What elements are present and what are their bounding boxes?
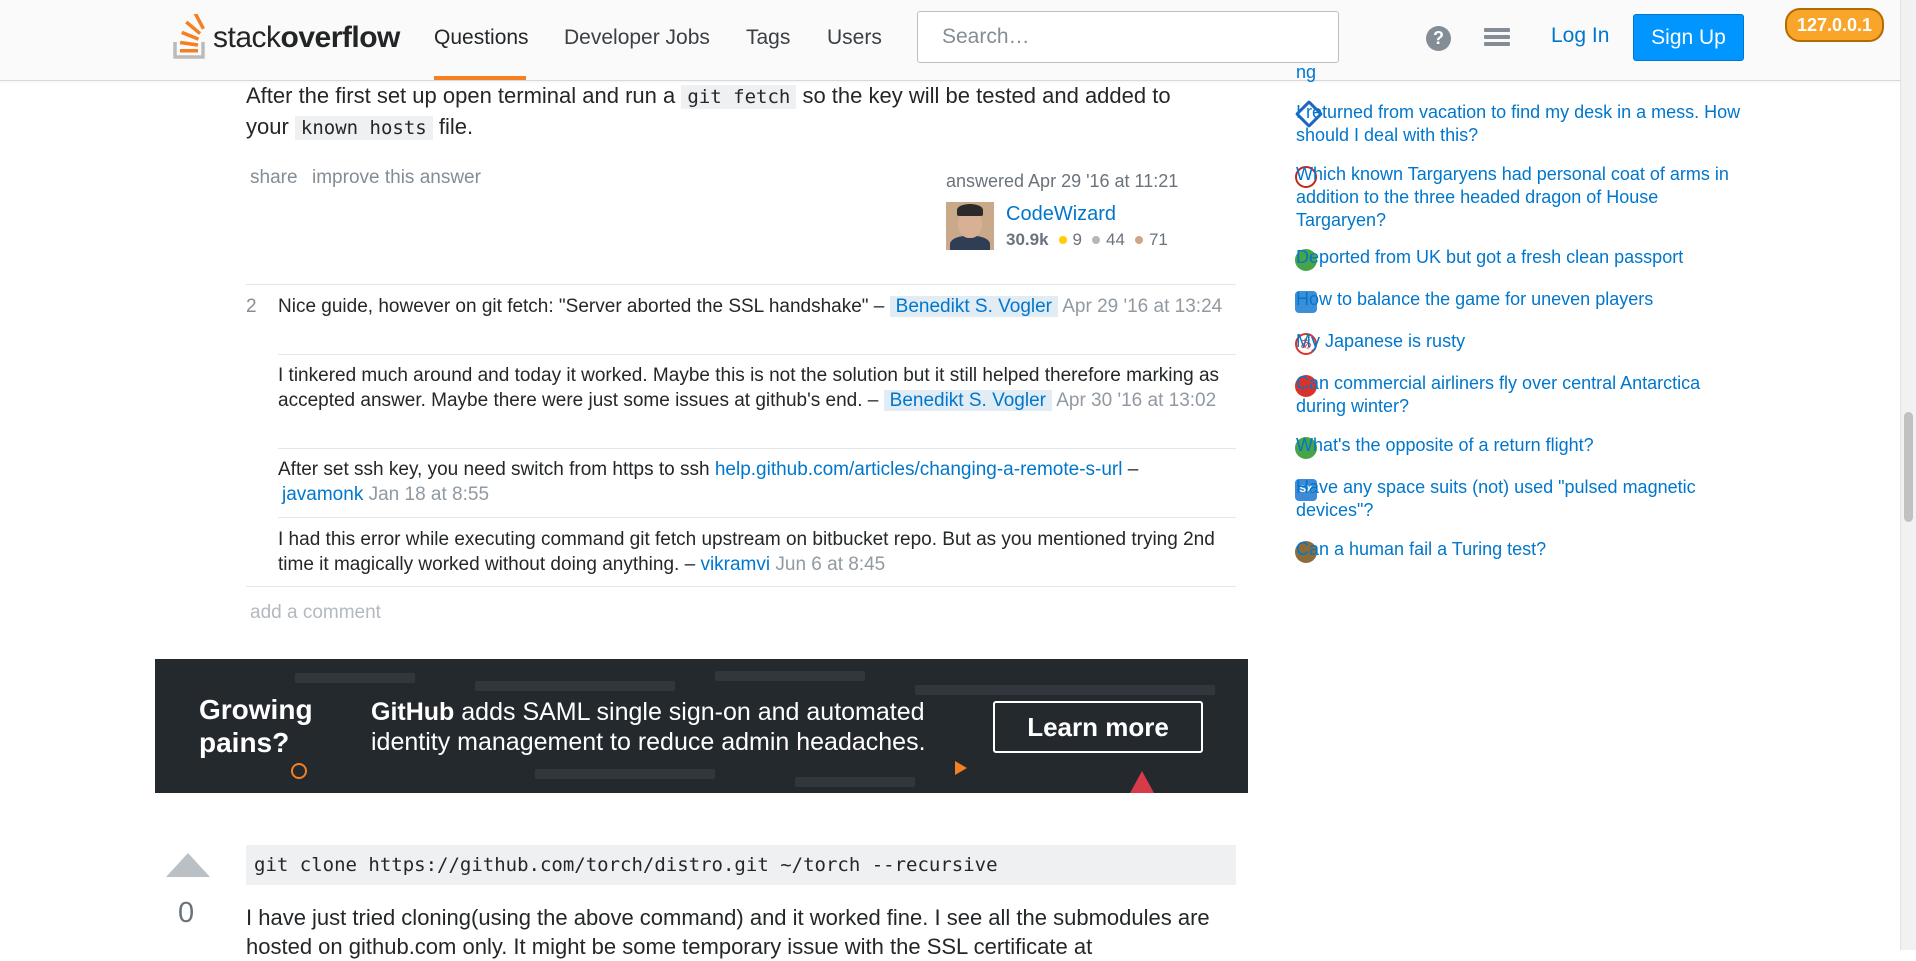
- gold-badge-count: 9: [1072, 230, 1083, 249]
- answer-line-2: your known hosts file.: [246, 114, 474, 140]
- hnq-link[interactable]: I returned from vacation to find my desk…: [1296, 101, 1746, 147]
- comment: I tinkered much around and today it work…: [278, 365, 1220, 411]
- signup-button[interactable]: Sign Up: [1633, 14, 1744, 61]
- improve-answer-link[interactable]: improve this answer: [312, 167, 481, 189]
- login-link[interactable]: Log In: [1551, 24, 1609, 48]
- ad-headline: Growing pains?: [199, 694, 313, 758]
- user-name-link[interactable]: CodeWizard: [1006, 203, 1116, 226]
- divider: [278, 354, 1236, 355]
- answer-body: After the first set up open terminal and…: [246, 81, 1246, 143]
- comment-date[interactable]: Jun 6 at 8:45: [775, 554, 885, 575]
- nav-questions[interactable]: Questions: [434, 0, 529, 80]
- stackoverflow-logo[interactable]: stackoverflow: [172, 12, 400, 60]
- ad-decor-icon: [291, 763, 307, 779]
- divider: [246, 284, 1236, 285]
- bronze-badge-icon: [1134, 236, 1143, 244]
- stackexchange-menu-icon[interactable]: [1484, 28, 1510, 50]
- comment-date[interactable]: Apr 30 '16 at 13:02: [1056, 390, 1216, 411]
- search-input[interactable]: [917, 11, 1339, 63]
- vote-count: 0: [178, 897, 195, 929]
- silver-badge-icon: [1092, 236, 1101, 244]
- ad-decor-icon: [955, 761, 967, 775]
- share-link[interactable]: share: [250, 167, 298, 189]
- ad-copy: GitHub adds SAML single sign-on and auto…: [371, 698, 926, 756]
- comment-score: 2: [246, 296, 257, 317]
- comment-date[interactable]: Jan 18 at 8:55: [369, 484, 489, 505]
- comment-user-link[interactable]: vikramvi: [700, 554, 770, 575]
- github-logo: GitHub: [371, 698, 455, 726]
- answer-body: I have just tried cloning(using the abov…: [246, 905, 1210, 959]
- nav-developer-jobs[interactable]: Developer Jobs: [564, 0, 710, 80]
- answered-timestamp: answered Apr 29 '16 at 11:21: [946, 171, 1179, 191]
- nav-tags[interactable]: Tags: [746, 0, 790, 80]
- comment-date[interactable]: Apr 29 '16 at 13:24: [1062, 296, 1222, 317]
- hnq-link[interactable]: Have any space suits (not) used "pulsed …: [1296, 476, 1746, 522]
- gold-badge-icon: [1058, 236, 1067, 244]
- hnq-link[interactable]: Can commercial airliners fly over centra…: [1296, 372, 1746, 418]
- hnq-link[interactable]: How to balance the game for uneven playe…: [1296, 288, 1746, 311]
- top-bar: stackoverflow Questions Developer Jobs T…: [0, 0, 1916, 81]
- hnq-link[interactable]: What's the opposite of a return flight?: [1296, 434, 1746, 457]
- answer-line-1: After the first set up open terminal and…: [246, 83, 1171, 109]
- bronze-badge-count: 71: [1148, 230, 1168, 249]
- user-reputation: 30.9k 9 44 71: [1006, 230, 1168, 250]
- hnq-link[interactable]: My Japanese is rusty: [1296, 330, 1746, 353]
- hnq-link[interactable]: Which known Targaryens had personal coat…: [1296, 163, 1746, 232]
- comment: Nice guide, however on git fetch: "Serve…: [278, 296, 1223, 317]
- code-block: git clone https://github.com/torch/distr…: [246, 845, 1236, 885]
- comment-url-link[interactable]: help.github.com/articles/changing-a-remo…: [715, 459, 1123, 480]
- hnq-link[interactable]: Can a human fail a Turing test?: [1296, 538, 1746, 561]
- hnq-link[interactable]: Deported from UK but got a fresh clean p…: [1296, 246, 1746, 269]
- stack-logo-icon: [173, 14, 205, 59]
- avatar[interactable]: [946, 202, 994, 250]
- help-icon[interactable]: ?: [1426, 26, 1451, 51]
- ad-banner[interactable]: Growing pains? GitHub adds SAML single s…: [155, 659, 1248, 793]
- comment: After set ssh key, you need switch from …: [278, 459, 1139, 505]
- comment-user-link[interactable]: Benedikt S. Vogler: [883, 390, 1052, 411]
- logo-text: stackoverflow: [213, 21, 400, 54]
- divider: [246, 586, 1236, 587]
- divider: [278, 517, 1236, 518]
- comment: I had this error while executing command…: [278, 529, 1215, 575]
- comment-user-link[interactable]: Benedikt S. Vogler: [889, 296, 1058, 317]
- reputation-score: 30.9k: [1006, 230, 1049, 249]
- inline-code: known hosts: [294, 116, 433, 140]
- upvote-arrow-icon[interactable]: [166, 853, 210, 877]
- nav-users[interactable]: Users: [827, 0, 882, 80]
- ip-badge: 127.0.0.1: [1785, 8, 1885, 42]
- add-comment-link[interactable]: add a comment: [250, 602, 381, 624]
- learn-more-button[interactable]: Learn more: [993, 701, 1203, 753]
- inline-code: git fetch: [681, 85, 797, 109]
- ad-decor-icon: [1130, 771, 1154, 793]
- scrollbar-thumb[interactable]: [1904, 412, 1913, 522]
- comment-user-link[interactable]: javamonk: [278, 484, 363, 505]
- silver-badge-count: 44: [1106, 230, 1125, 249]
- divider: [278, 448, 1236, 449]
